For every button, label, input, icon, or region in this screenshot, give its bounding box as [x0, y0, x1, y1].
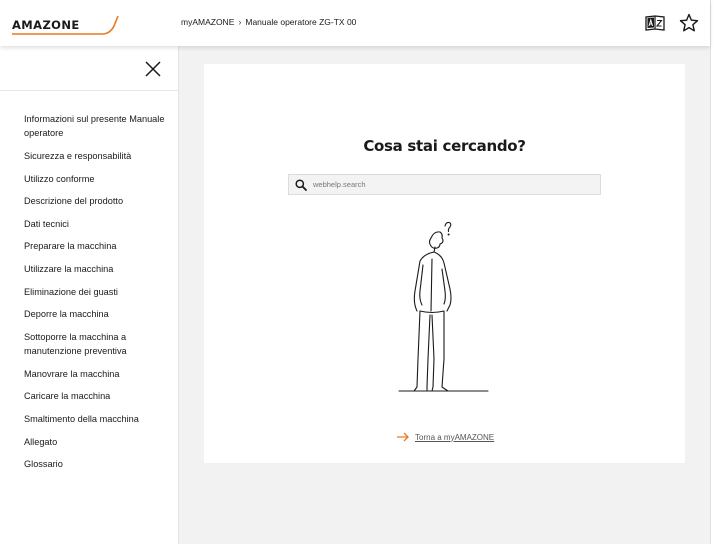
search-input[interactable] [313, 175, 593, 194]
amazone-logo[interactable]: AMAZONE [10, 12, 119, 38]
language-dictionary-icon [645, 15, 665, 31]
star-icon [679, 13, 699, 32]
sidebar-item-caricare[interactable]: Caricare la macchina [24, 389, 168, 403]
breadcrumb-separator: › [238, 17, 242, 27]
sidebar-item-dati-tecnici[interactable]: Dati tecnici [24, 217, 168, 231]
language-dictionary-button[interactable] [644, 12, 666, 34]
logo-text: AMAZONE [12, 18, 80, 32]
breadcrumb-current: Manuale operatore ZG-TX 00 [245, 17, 357, 27]
sidebar-item-glossario[interactable]: Glossario [24, 457, 168, 471]
page-scrollbar[interactable] [710, 0, 720, 544]
sidebar-item-manovrare[interactable]: Manovrare la macchina [24, 367, 168, 381]
sidebar-item-manutenzione[interactable]: Sottoporre la macchina a manutenzione pr… [24, 330, 168, 359]
sidebar-item-descrizione[interactable]: Descrizione del prodotto [24, 194, 168, 208]
sidebar-item-utilizzo-conforme[interactable]: Utilizzo conforme [24, 172, 168, 186]
sidebar-item-smaltimento[interactable]: Smaltimento della macchina [24, 412, 168, 426]
sidebar-item-eliminazione-guasti[interactable]: Eliminazione dei guasti [24, 285, 168, 299]
breadcrumb: myAMAZONE › Manuale operatore ZG-TX 00 [181, 17, 356, 27]
thinking-person-illustration [398, 221, 489, 392]
back-link-label: Torna a myAMAZONE [415, 432, 495, 442]
arrow-right-icon [397, 432, 409, 442]
close-sidebar-button[interactable] [144, 60, 162, 78]
close-icon [145, 61, 161, 77]
search-icon [289, 175, 313, 194]
sidebar-item-deporre[interactable]: Deporre la macchina [24, 307, 168, 321]
search-card: Cosa stai cercando? webhelp.search Torna… [204, 64, 685, 463]
sidebar-item-utilizzare[interactable]: Utilizzare la macchina [24, 262, 168, 276]
sidebar-item-preparare[interactable]: Preparare la macchina [24, 239, 168, 253]
sidebar-item-sicurezza[interactable]: Sicurezza e responsabilità [24, 149, 168, 163]
favorite-button[interactable] [678, 12, 700, 34]
back-to-myamazone-link[interactable]: Torna a myAMAZONE [396, 432, 494, 442]
search-box[interactable] [288, 174, 601, 195]
sidebar-nav: Informazioni sul presente Manuale operat… [0, 91, 178, 472]
sidebar-header [0, 46, 178, 91]
breadcrumb-home-link[interactable]: myAMAZONE [181, 17, 234, 27]
sidebar-item-informazioni[interactable]: Informazioni sul presente Manuale operat… [24, 112, 168, 141]
top-header: AMAZONE myAMAZONE › Manuale operatore ZG… [0, 0, 710, 46]
sidebar-item-allegato[interactable]: Allegato [24, 435, 168, 449]
header-actions [644, 12, 700, 34]
sidebar: Informazioni sul presente Manuale operat… [0, 46, 179, 544]
page-title: Cosa stai cercando? [363, 137, 526, 155]
